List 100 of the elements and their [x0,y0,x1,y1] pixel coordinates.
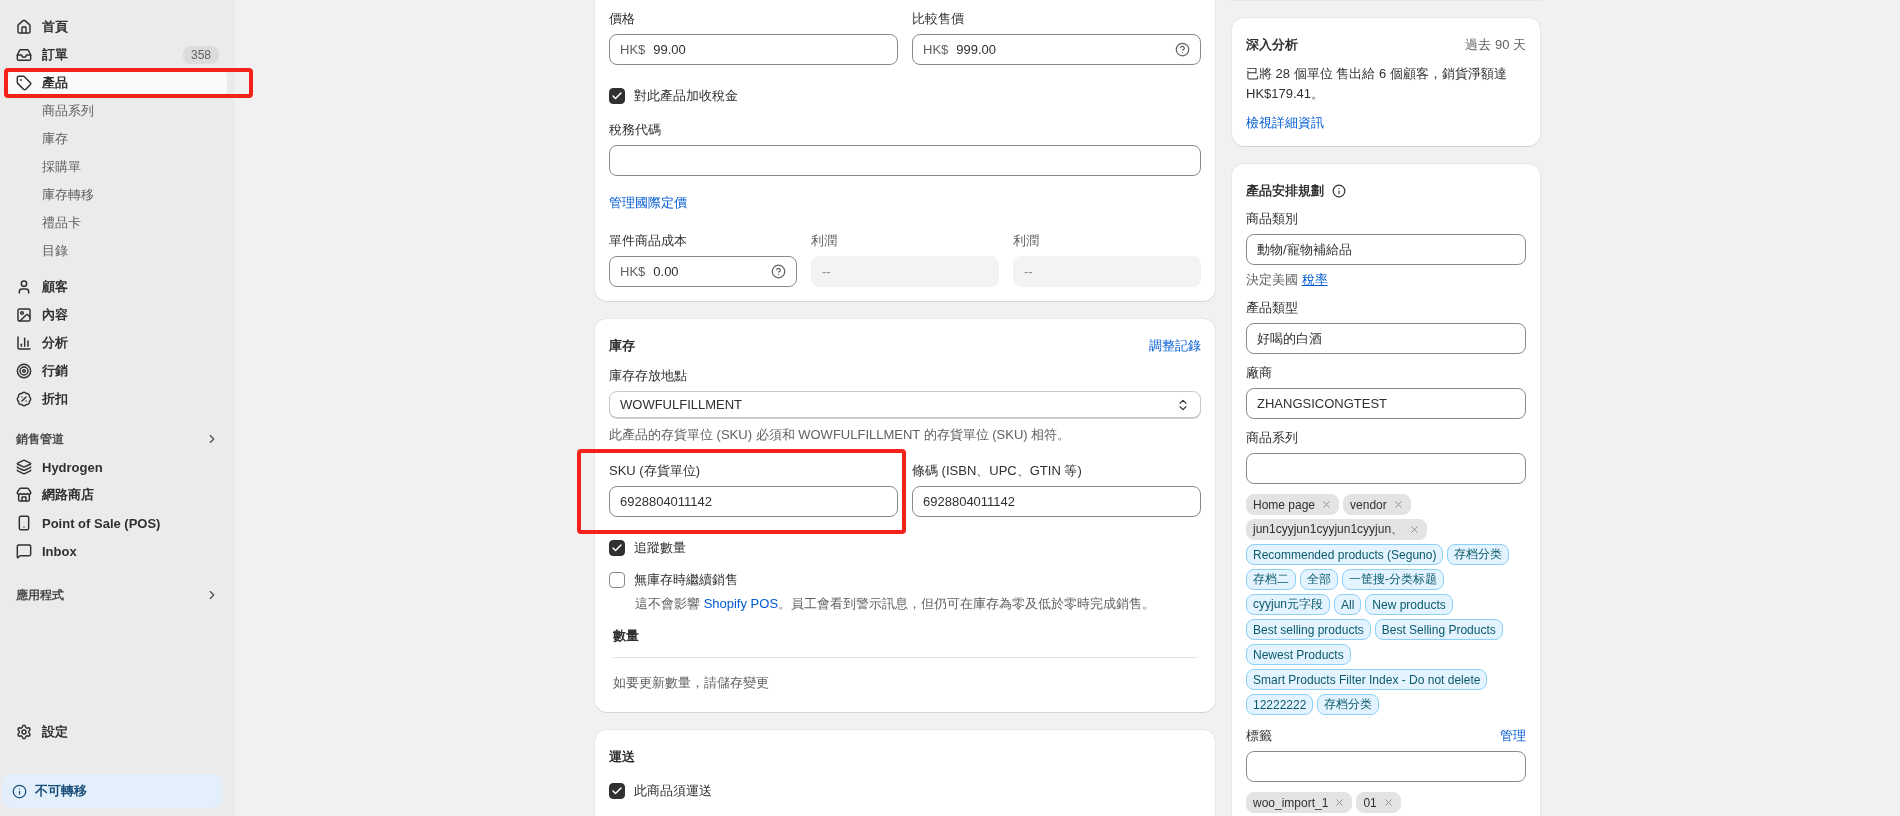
field-label: 商品類別 [1246,210,1299,228]
nav-item[interactable]: 折扣 [8,385,227,413]
checkbox[interactable] [609,572,625,588]
help-icon[interactable] [1175,42,1190,57]
category-input[interactable]: 動物/寵物補給品 [1246,234,1526,265]
tag-chip[interactable]: 存档二 [1246,569,1296,590]
nav-item[interactable]: Point of Sale (POS) [8,509,227,537]
channel-icon [16,515,32,531]
nav-item[interactable]: 行銷 [8,357,227,385]
tag-chip[interactable]: Smart Products Filter Index - Do not delete [1246,669,1488,690]
close-icon[interactable] [1334,797,1346,808]
nav-item[interactable]: 設定 [8,718,227,746]
tag-chip[interactable]: 全部 [1300,569,1338,590]
tag-chip[interactable]: Best selling products [1246,619,1371,640]
tag-chip[interactable]: Home page [1246,494,1340,515]
close-icon[interactable] [1409,524,1421,535]
tax-note: 決定美國 稅率 [1246,271,1329,289]
nav-subitem[interactable]: 庫存轉移 [8,181,227,209]
nav-subitem[interactable]: 禮品卡 [8,209,227,237]
nav-subitem[interactable]: 庫存 [8,125,227,153]
tag-chip[interactable]: vendor [1343,494,1411,515]
vendor-input[interactable]: ZHANGSICONGTEST [1246,388,1526,419]
notice-text: 不可轉移 [35,782,87,800]
tag-chip[interactable]: Recommended products (Seguno) [1246,544,1444,565]
tag-chip[interactable]: woo_import_1 [1246,792,1353,813]
tag-chip[interactable]: jun1cyyjun1cyyjun1cyyjun、 [1246,519,1428,540]
barcode-input[interactable]: 6928804011142 [912,486,1201,517]
field-label: 標籤 [1246,727,1272,745]
collections-input[interactable] [1246,453,1526,484]
nav-subitem[interactable]: 採購單 [8,153,227,181]
tag-chip[interactable]: 12222222 [1246,694,1314,715]
help-text: 此產品的存貨單位 (SKU) 必須和 WOWFULFILLMENT 的存貨單位 (SKU) 相符。 [609,426,1072,444]
details-link[interactable]: 檢視詳細資訊 [1246,115,1324,130]
manage-pricing-link[interactable]: 管理國際定價 [609,195,687,210]
tag-chip[interactable]: 存档分类 [1317,694,1380,715]
help-icon[interactable] [771,264,786,279]
field-label: 產品類型 [1246,299,1299,317]
location-select[interactable]: WOWFULFILLMENT [609,391,1201,418]
profit-field: -- [811,256,999,287]
settings-icon [16,724,32,740]
nav-item[interactable]: 內容 [8,301,227,329]
section-header[interactable]: 應用程式 [8,581,227,609]
price-input[interactable]: HK$ 999.00 [912,34,1201,65]
shopify-pos-link[interactable]: Shopify POS [703,596,779,611]
nav-item[interactable]: 訂單 358 [8,41,227,69]
analytics-summary: 已將 28 個單位 售出給 6 個顧客，銷貨淨額達 HK$179.41。 [1246,65,1508,103]
nav-icon [16,335,32,351]
nav-item[interactable]: Hydrogen [8,453,227,481]
tags-input[interactable] [1246,751,1526,782]
nav-item[interactable]: 分析 [8,329,227,357]
help-text: 這不會影響 Shopify POS。員工會看到警示訊息，但仍可在庫存為零及低於零時完成銷售。 [634,595,1157,613]
tag-chip[interactable]: Newest Products [1246,644,1351,665]
tag-chip[interactable]: Best Selling Products [1374,619,1503,640]
manage-link[interactable]: 管理 [1500,727,1526,745]
tag-chip[interactable]: All [1334,594,1362,615]
tag-chip[interactable]: 01 [1356,792,1401,813]
nav-icon [16,307,32,323]
close-icon[interactable] [1382,797,1394,808]
nav-subitem[interactable]: 目錄 [8,237,227,265]
nav-item[interactable]: 顧客 [8,273,227,301]
field-label: 利潤 [811,232,838,250]
field-label: 廠商 [1246,364,1273,382]
tag-chip[interactable]: New products [1365,594,1453,615]
tax-code-input[interactable] [609,145,1201,176]
close-icon[interactable] [1321,499,1333,510]
tag-chip[interactable]: cyyjun元字段 [1246,594,1330,615]
nav-item[interactable]: 首頁 [8,13,227,41]
nav-icon [16,75,32,91]
info-icon[interactable] [1332,184,1346,198]
nav-icon [16,19,32,35]
checkbox[interactable] [609,88,625,104]
section-header[interactable]: 銷售管道 [8,425,227,453]
nav-subitem[interactable]: 商品系列 [8,97,227,125]
tag-chip[interactable]: 一筐搜-分类标题 [1342,569,1444,590]
channel-icon [16,543,32,559]
nav-icon [16,363,32,379]
field-label: 商品系列 [1246,429,1299,447]
tax-rate-link[interactable]: 稅率 [1301,272,1328,287]
checkbox[interactable] [609,783,625,799]
quantity-note: 如要更新數量，請儲存變更 [612,674,770,692]
info-icon [12,783,27,799]
nav-item[interactable]: Inbox [8,537,227,565]
card-title: 庫存 [609,337,635,355]
type-input[interactable]: 好喝的白酒 [1246,323,1526,354]
channel-icon [16,459,32,475]
field-label: 價格 [609,10,636,28]
tag-chip[interactable]: 存档分类 [1447,544,1510,565]
card-title: 深入分析 [1246,36,1298,54]
cost-input[interactable]: HK$ 0.00 [609,256,797,287]
notice-banner[interactable]: 不可轉移 [2,774,223,808]
checkbox[interactable] [609,540,625,556]
nav-item[interactable]: 網路商店 [8,481,227,509]
adjustment-history-link[interactable]: 調整記錄 [1149,337,1201,355]
price-input[interactable]: HK$ 99.00 [609,34,898,65]
check-icon [611,785,623,797]
section-title: 數量 [612,627,640,645]
channel-icon [16,487,32,503]
close-icon[interactable] [1392,499,1404,510]
sku-input[interactable]: 6928804011142 [609,486,898,517]
field-label: 條碼 (ISBN、UPC、GTIN 等) [912,462,1083,480]
